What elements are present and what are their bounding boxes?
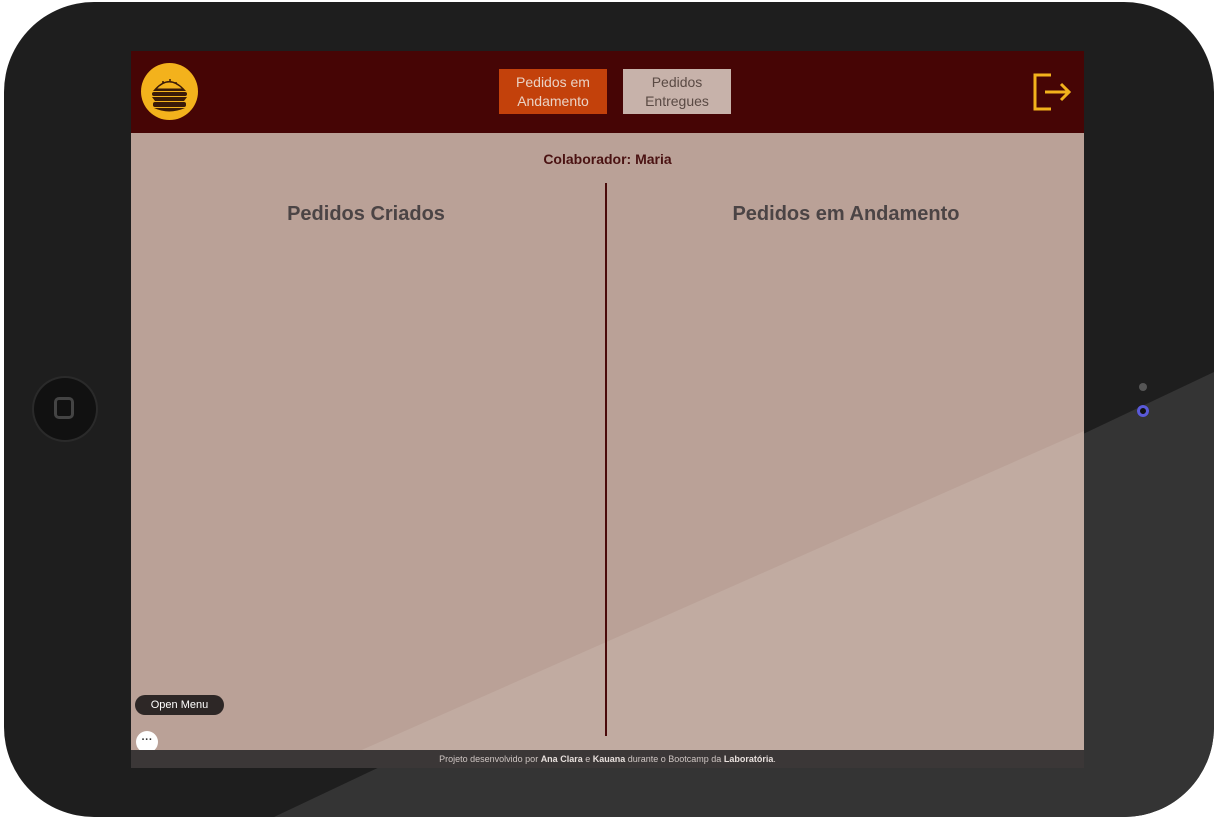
- footer-author-1: Ana Clara: [540, 754, 583, 764]
- sensor-dot: [1139, 383, 1147, 391]
- column-divider: [605, 183, 607, 736]
- footer-and: e: [582, 754, 593, 764]
- home-square-icon: [54, 397, 74, 419]
- footer-suffix: .: [773, 754, 776, 764]
- footer-org: Laboratória: [723, 754, 774, 764]
- collaborator-label: Colaborador: Maria: [543, 151, 672, 167]
- footer: Projeto desenvolvido por Ana Clara e Kau…: [131, 750, 1084, 768]
- column-title-pedidos-criados: Pedidos Criados: [287, 203, 445, 225]
- footer-author-2: Kauana: [592, 754, 626, 764]
- open-menu-button[interactable]: Open Menu: [135, 695, 224, 715]
- footer-prefix: Projeto desenvolvido por: [439, 754, 541, 764]
- tab-pedidos-entregues[interactable]: Pedidos Entregues: [623, 69, 731, 114]
- camera-icon: [1137, 405, 1149, 417]
- app-header: Pedidos em Andamento Pedidos Entregues: [131, 51, 1084, 133]
- app-screen: Pedidos em Andamento Pedidos Entregues C…: [131, 51, 1084, 768]
- tab-pedidos-em-andamento[interactable]: Pedidos em Andamento: [499, 69, 607, 114]
- burger-logo-icon[interactable]: [141, 63, 198, 120]
- column-title-pedidos-em-andamento: Pedidos em Andamento: [732, 203, 960, 225]
- home-button[interactable]: [34, 378, 96, 440]
- footer-middle: durante o Bootcamp da: [625, 754, 724, 764]
- logout-icon[interactable]: [1031, 71, 1073, 113]
